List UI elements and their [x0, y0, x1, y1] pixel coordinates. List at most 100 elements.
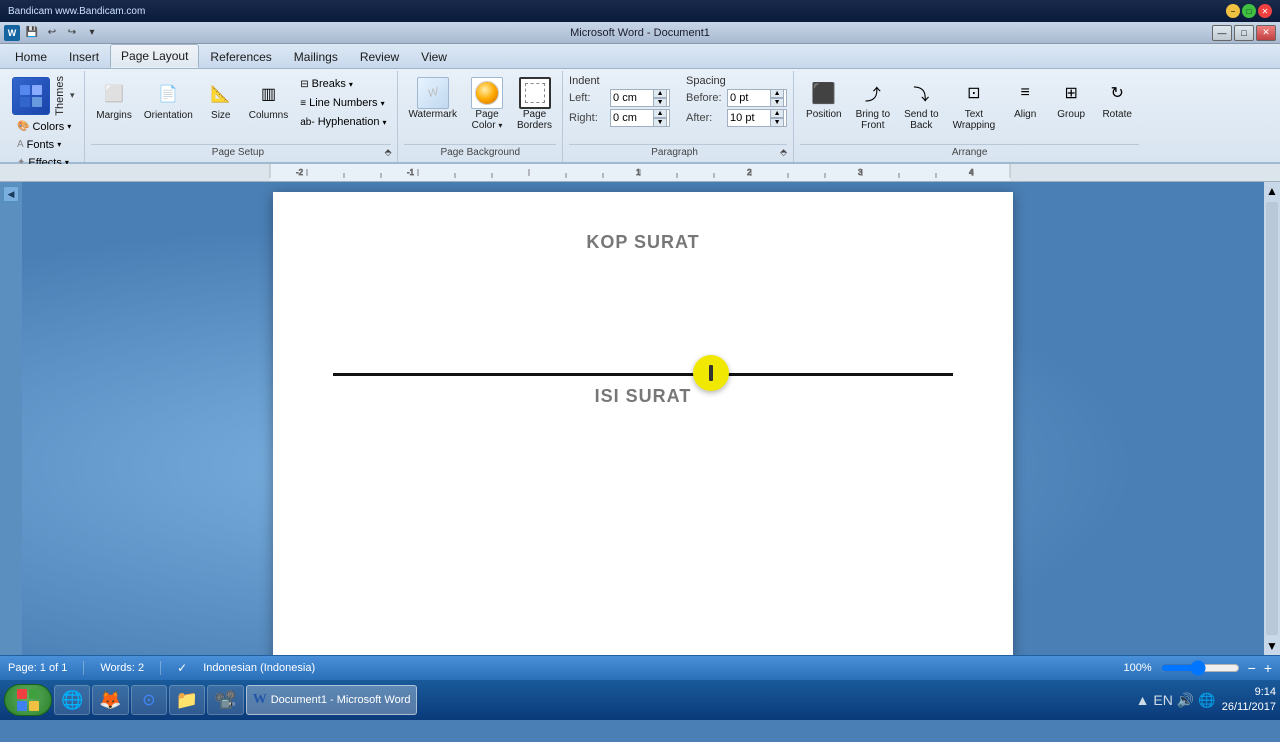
- columns-btn[interactable]: ▥ Columns: [244, 75, 293, 124]
- tray-network[interactable]: 🌐: [1198, 692, 1215, 709]
- bandicam-controls[interactable]: − □ ✕: [1226, 4, 1272, 18]
- paragraph-label: Paragraph ⬘: [569, 144, 787, 160]
- ruler: -2 -1 1 2 3 4: [0, 164, 1280, 182]
- media-icon: 📽️: [214, 690, 236, 711]
- title-bar: W 💾 ↩ ↪ ▾ Microsoft Word - Document1 — □…: [0, 22, 1280, 44]
- after-spin-up[interactable]: ▲: [770, 109, 784, 118]
- bandicam-maximize[interactable]: □: [1242, 4, 1256, 18]
- taskbar-explorer[interactable]: 📁: [169, 685, 205, 715]
- left-spin-up[interactable]: ▲: [653, 89, 667, 98]
- align-btn[interactable]: ≡ Align: [1003, 75, 1047, 122]
- after-label: After:: [686, 112, 724, 124]
- arrange-label: Arrange: [800, 144, 1139, 160]
- scroll-bottom-btn[interactable]: ▼: [1264, 637, 1280, 655]
- rotate-btn[interactable]: ↻ Rotate: [1095, 75, 1139, 122]
- quick-access-toolbar[interactable]: 💾 ↩ ↪ ▾: [23, 25, 101, 41]
- word-taskbar-icon: W: [253, 692, 267, 708]
- after-spin-down[interactable]: ▼: [770, 118, 784, 127]
- tray-volume[interactable]: 🔊: [1177, 692, 1194, 709]
- scroll-top-btn[interactable]: ▲: [1264, 182, 1280, 200]
- right-spin-down[interactable]: ▼: [653, 118, 667, 127]
- page-borders-btn[interactable]: PageBorders: [513, 75, 556, 133]
- size-btn[interactable]: 📐 Size: [200, 75, 242, 124]
- taskbar-firefox[interactable]: 🦊: [92, 685, 128, 715]
- bandicam-bar: Bandicam www.Bandicam.com − □ ✕: [0, 0, 1280, 22]
- text-wrapping-btn[interactable]: ⊡ TextWrapping: [947, 75, 1002, 133]
- tray-icons[interactable]: ▲ EN 🔊 🌐: [1136, 692, 1216, 709]
- group-btn[interactable]: ⊞ Group: [1049, 75, 1093, 122]
- paragraph-expand[interactable]: ⬘: [780, 147, 787, 158]
- send-to-back-btn[interactable]: ⤵ Send toBack: [898, 75, 944, 133]
- left-spin-down[interactable]: ▼: [653, 98, 667, 107]
- window-title: Microsoft Word - Document1: [570, 27, 710, 39]
- start-button[interactable]: [4, 684, 52, 716]
- page-setup-expand[interactable]: ⬘: [385, 147, 392, 158]
- taskbar-word[interactable]: W Document1 - Microsoft Word: [246, 685, 418, 715]
- zoom-out-btn[interactable]: −: [1248, 660, 1256, 676]
- svg-text:3: 3: [858, 168, 863, 177]
- right-input[interactable]: 0 cm ▲ ▼: [610, 109, 670, 127]
- svg-text:1: 1: [636, 168, 641, 177]
- fonts-btn[interactable]: A Fonts ▾: [12, 136, 66, 154]
- ribbon-tabs[interactable]: Home Insert Page Layout References Maili…: [0, 44, 1280, 69]
- page-content[interactable]: KOP SURAT ISI SURAT: [273, 192, 1013, 655]
- isi-surat-text: ISI SURAT: [333, 386, 953, 407]
- right-label: Right:: [569, 112, 607, 124]
- left-input[interactable]: 0 cm ▲ ▼: [610, 89, 670, 107]
- spell-check-icon[interactable]: ✓: [177, 661, 187, 675]
- orientation-btn[interactable]: 📄 Orientation: [139, 75, 198, 124]
- scroll-track[interactable]: [1266, 202, 1278, 635]
- right-scrollbar[interactable]: ▲ ▼: [1264, 182, 1280, 655]
- window-controls[interactable]: — □ ✕: [1212, 25, 1276, 41]
- bandicam-close[interactable]: ✕: [1258, 4, 1272, 18]
- themes-dropdown[interactable]: ▾: [70, 90, 75, 101]
- close-btn[interactable]: ✕: [1256, 25, 1276, 41]
- colors-btn[interactable]: 🎨 Colors ▾: [12, 118, 76, 136]
- zoom-in-btn[interactable]: +: [1264, 660, 1272, 676]
- ruler-svg: -2 -1 1 2 3 4: [0, 164, 1280, 182]
- word-icon: W: [4, 25, 20, 41]
- before-input[interactable]: 0 pt ▲ ▼: [727, 89, 787, 107]
- tab-insert[interactable]: Insert: [58, 45, 110, 68]
- word-taskbar-label: Document1 - Microsoft Word: [271, 694, 411, 706]
- taskbar-chrome[interactable]: ⊙: [131, 685, 167, 715]
- watermark-btn[interactable]: W Watermark: [404, 75, 461, 122]
- taskbar: 🌐 🦊 ⊙ 📁 📽️ W Document1 - Microsoft Word …: [0, 680, 1280, 720]
- after-input[interactable]: 10 pt ▲ ▼: [727, 109, 787, 127]
- tab-references[interactable]: References: [199, 45, 282, 68]
- line-numbers-btn[interactable]: ≡ Line Numbers ▾: [295, 94, 391, 112]
- minimize-btn[interactable]: —: [1212, 25, 1232, 41]
- cursor-indicator: [693, 355, 729, 391]
- redo-btn[interactable]: ↪: [63, 25, 81, 41]
- tab-home[interactable]: Home: [4, 45, 58, 68]
- hyphenation-btn[interactable]: ab- Hyphenation ▾: [295, 113, 391, 131]
- tab-view[interactable]: View: [410, 45, 458, 68]
- dropdown-btn[interactable]: ▾: [83, 25, 101, 41]
- bring-to-front-btn[interactable]: ⤴ Bring toFront: [850, 75, 896, 133]
- themes-label: Themes: [54, 76, 66, 116]
- scroll-up-btn[interactable]: ◀: [3, 186, 19, 202]
- themes-icon[interactable]: [12, 77, 50, 115]
- tab-mailings[interactable]: Mailings: [283, 45, 349, 68]
- tray-lang[interactable]: EN: [1153, 692, 1172, 709]
- breaks-btn[interactable]: ⊟ Breaks ▾: [295, 75, 391, 93]
- save-btn[interactable]: 💾: [23, 25, 41, 41]
- document-area[interactable]: KOP SURAT ISI SURAT: [22, 182, 1264, 655]
- before-spin-up[interactable]: ▲: [770, 89, 784, 98]
- zoom-slider[interactable]: [1160, 660, 1240, 676]
- right-spin-up[interactable]: ▲: [653, 109, 667, 118]
- tab-review[interactable]: Review: [349, 45, 410, 68]
- page-color-icon: [471, 77, 503, 109]
- bandicam-minimize[interactable]: −: [1226, 4, 1240, 18]
- left-panel: ◀: [0, 182, 22, 655]
- position-btn[interactable]: ⬛ Position: [800, 75, 848, 122]
- taskbar-ie[interactable]: 🌐: [54, 685, 90, 715]
- margins-btn[interactable]: ⬜ Margins: [91, 75, 137, 124]
- taskbar-media[interactable]: 📽️: [207, 685, 243, 715]
- tab-page-layout[interactable]: Page Layout: [110, 44, 199, 68]
- before-spin-down[interactable]: ▼: [770, 98, 784, 107]
- page-color-btn[interactable]: PageColor ▾: [467, 75, 507, 133]
- undo-btn[interactable]: ↩: [43, 25, 61, 41]
- tray-up-arrow[interactable]: ▲: [1136, 692, 1150, 709]
- maximize-btn[interactable]: □: [1234, 25, 1254, 41]
